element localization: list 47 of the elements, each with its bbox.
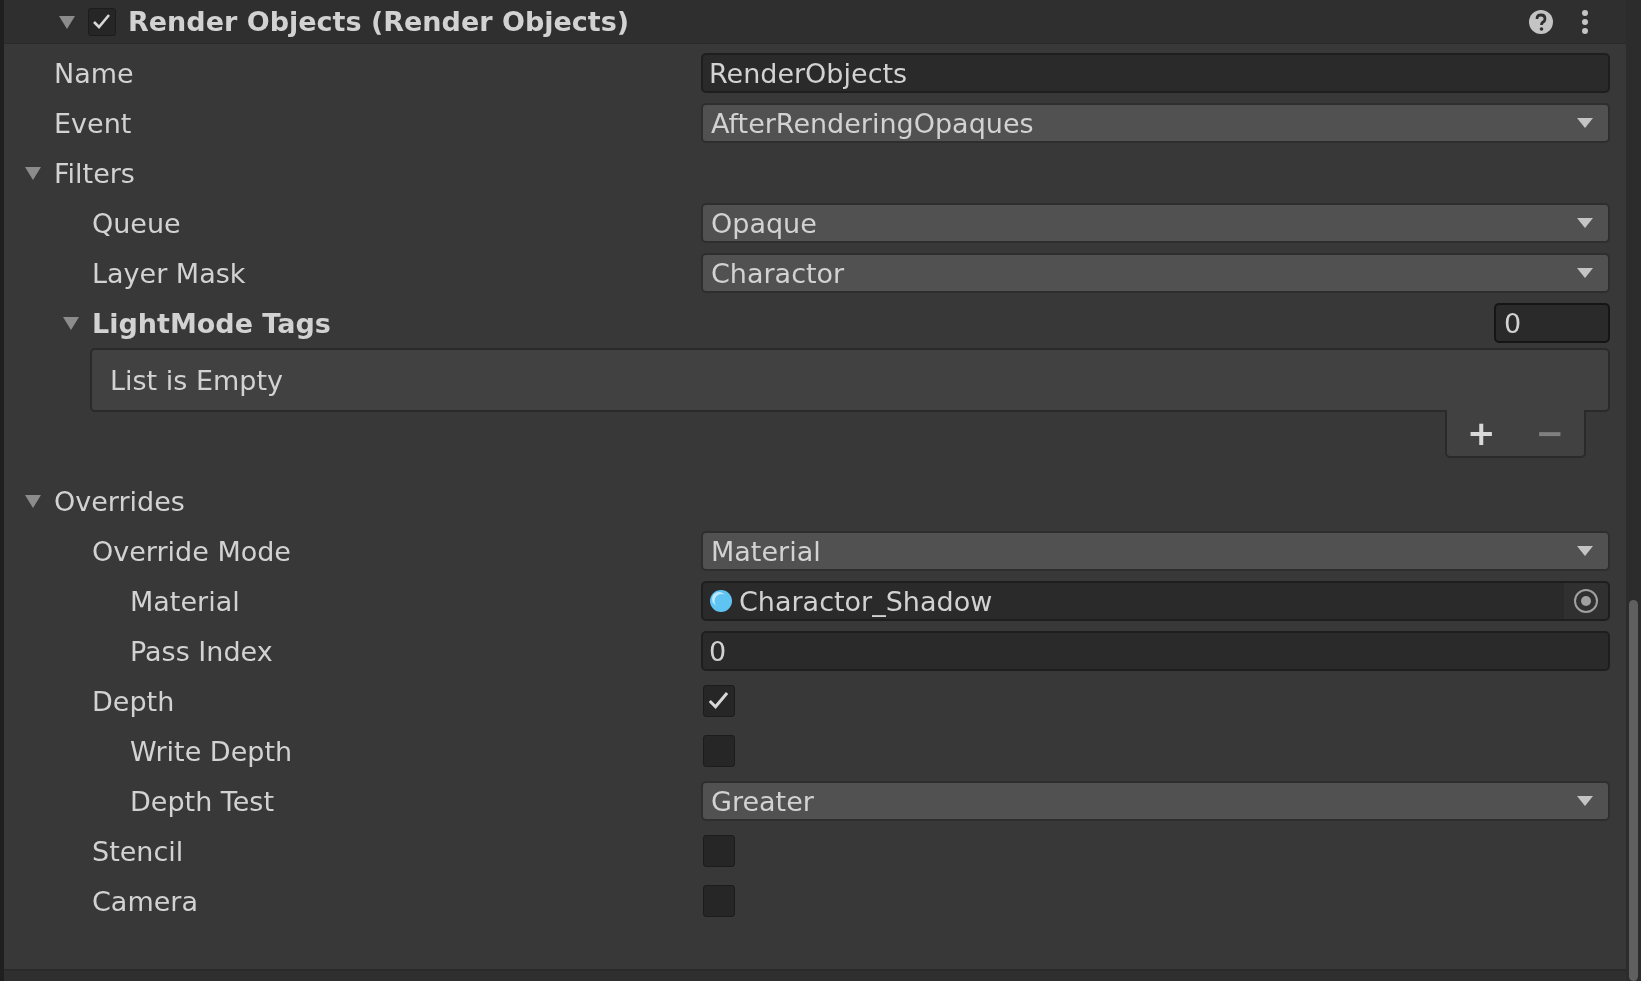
empty-list-text: List is Empty xyxy=(110,364,283,396)
target-icon xyxy=(1573,588,1599,614)
dropdown[interactable]: AfterRenderingOpaques xyxy=(701,103,1610,143)
property-label: Event xyxy=(54,107,132,139)
property-label: Write Depth xyxy=(130,735,293,767)
object-field[interactable]: Charactor_Shadow xyxy=(701,581,1610,621)
caret-icon[interactable] xyxy=(1576,267,1594,279)
property-label: Camera xyxy=(92,885,198,917)
sphere-icon[interactable] xyxy=(709,589,733,613)
property-label: Name xyxy=(54,57,134,89)
dropdown[interactable]: Opaque xyxy=(701,203,1610,243)
foldout-triangle-icon[interactable] xyxy=(24,164,42,182)
dropdown[interactable]: Material xyxy=(701,531,1610,571)
dropdown[interactable]: Charactor xyxy=(701,253,1610,293)
property-label: Override Mode xyxy=(92,535,291,567)
checkbox[interactable] xyxy=(703,685,735,717)
foldout-triangle-icon[interactable] xyxy=(62,314,80,332)
caret-icon[interactable] xyxy=(1576,217,1594,229)
more-options-icon[interactable] xyxy=(1580,8,1590,35)
foldout-triangle-icon[interactable] xyxy=(24,492,42,510)
property-label: Material xyxy=(130,585,240,617)
object-picker-button[interactable] xyxy=(1564,583,1608,619)
text-field[interactable]: 0 xyxy=(701,631,1610,671)
checkbox[interactable] xyxy=(703,735,735,767)
checkbox[interactable] xyxy=(703,885,735,917)
property-label: Depth Test xyxy=(130,785,274,817)
help-icon[interactable] xyxy=(1528,8,1554,35)
scrollbar[interactable] xyxy=(1626,0,1641,981)
property-label: Pass Index xyxy=(130,635,273,667)
caret-icon[interactable] xyxy=(1576,117,1594,129)
property-label: Stencil xyxy=(92,835,184,867)
foldout-label[interactable]: LightMode Tags xyxy=(92,307,331,339)
property-label: Queue xyxy=(92,207,181,239)
scrollbar-thumb[interactable] xyxy=(1629,600,1638,981)
foldout-label[interactable]: Overrides xyxy=(54,485,185,517)
add-button[interactable]: + xyxy=(1459,416,1504,450)
dropdown[interactable]: Greater xyxy=(701,781,1610,821)
property-label: Layer Mask xyxy=(92,257,246,289)
enable-checkbox[interactable] xyxy=(88,7,116,36)
caret-icon[interactable] xyxy=(1576,795,1594,807)
foldout-label[interactable]: Filters xyxy=(54,157,135,189)
property-label: Depth xyxy=(92,685,175,717)
component-title: Render Objects (Render Objects) xyxy=(128,6,630,37)
checkbox[interactable] xyxy=(703,835,735,867)
count-field[interactable]: 0 xyxy=(1494,303,1610,343)
caret-icon[interactable] xyxy=(1576,545,1594,557)
text-field[interactable]: RenderObjects xyxy=(701,53,1610,93)
